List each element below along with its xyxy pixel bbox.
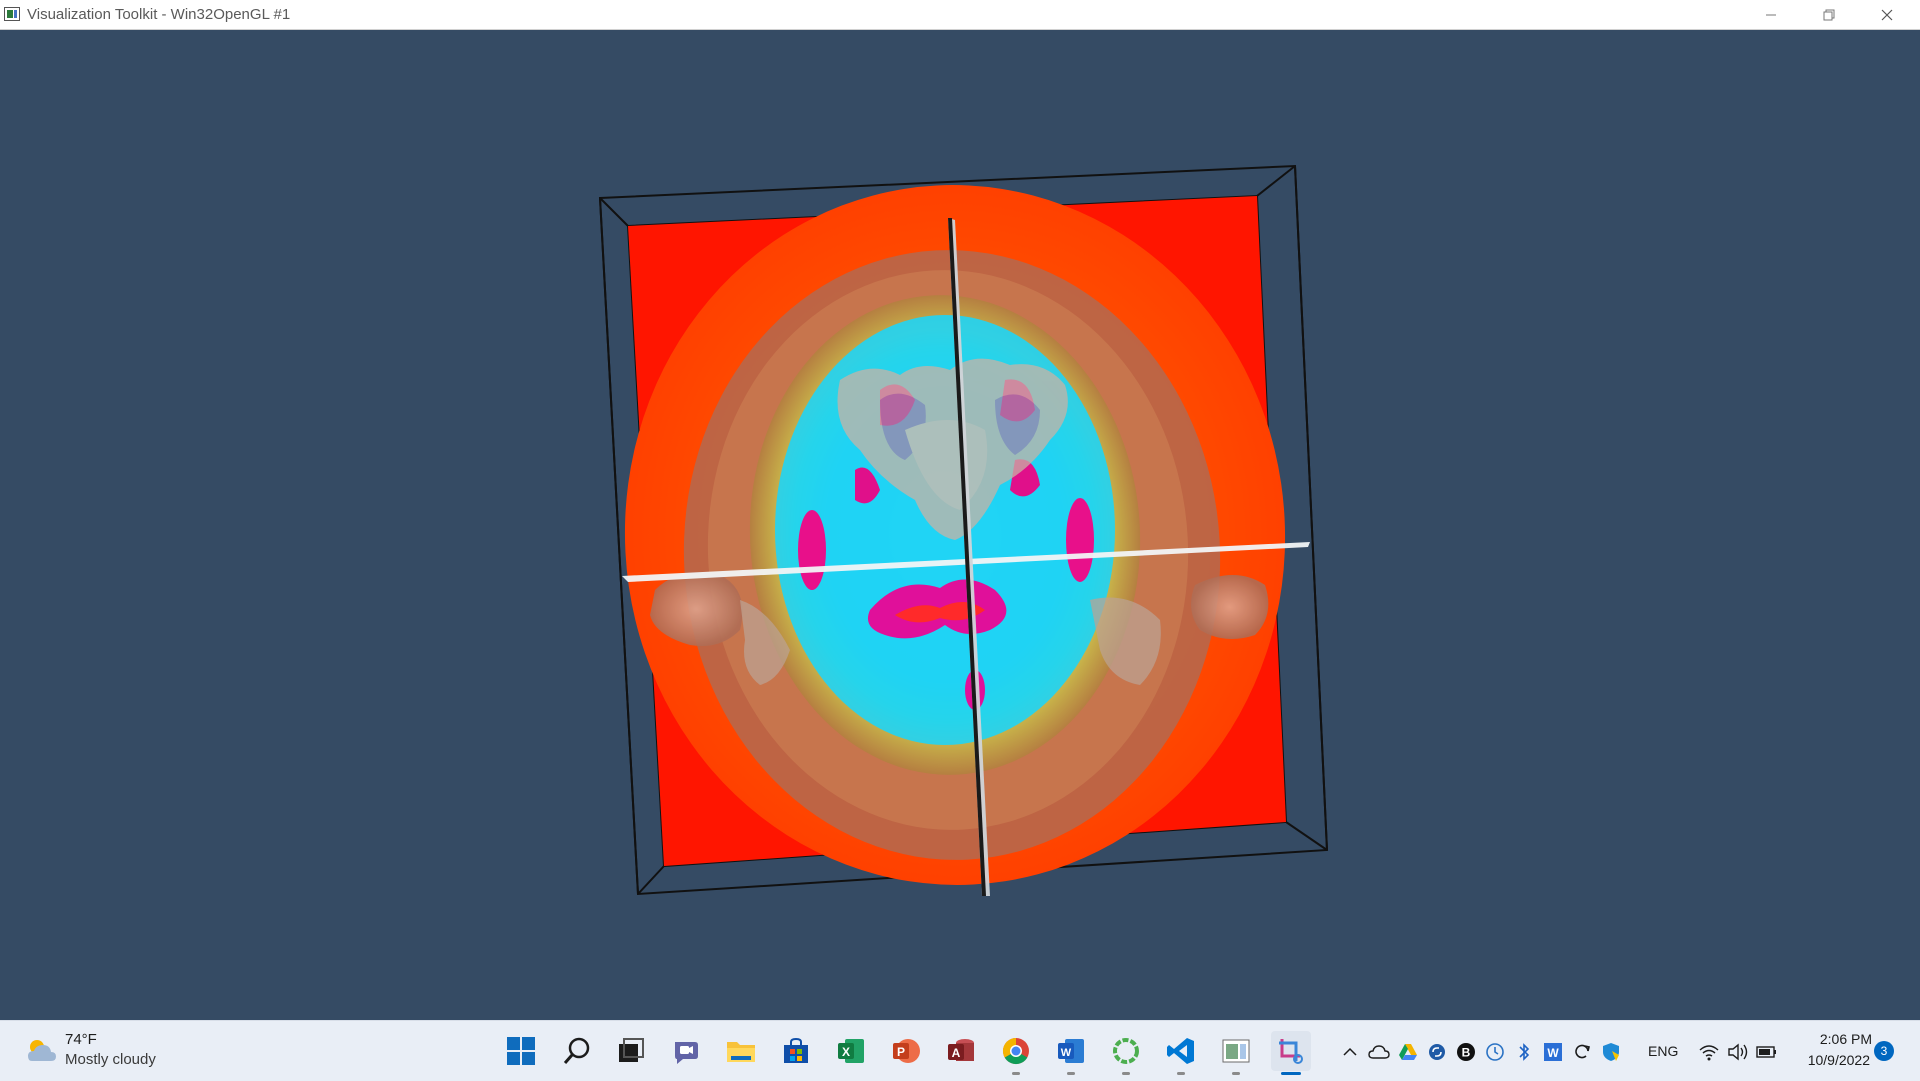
b-app-icon: B xyxy=(1457,1043,1475,1061)
chrome-button[interactable] xyxy=(996,1031,1036,1075)
volume-icon xyxy=(1728,1043,1748,1061)
weather-temperature: 74°F xyxy=(65,1031,97,1048)
powerpoint-button[interactable]: P xyxy=(886,1031,926,1071)
svg-text:A: A xyxy=(952,1046,961,1060)
refresh-icon xyxy=(1575,1044,1590,1059)
restore-icon xyxy=(1823,9,1835,20)
minimize-button[interactable] xyxy=(1742,0,1800,29)
window-title: Visualization Toolkit - Win32OpenGL #1 xyxy=(27,6,291,23)
microsoft-store-icon xyxy=(784,1037,808,1063)
clock-time: 2:06 PM xyxy=(1819,1031,1872,1047)
show-hidden-icons-button[interactable] xyxy=(1339,1041,1361,1063)
network-tray[interactable] xyxy=(1698,1041,1720,1063)
google-drive-icon xyxy=(1399,1044,1417,1060)
teams-chat-icon xyxy=(675,1042,698,1064)
svg-text:B: B xyxy=(1462,1046,1471,1060)
excel-icon: X xyxy=(838,1039,864,1063)
onedrive-icon xyxy=(1368,1045,1390,1059)
chevron-up-icon xyxy=(1343,1047,1357,1056)
running-indicator xyxy=(1012,1072,1020,1075)
vtk-window-button[interactable] xyxy=(1216,1031,1256,1075)
microsoft-store-button[interactable] xyxy=(776,1031,816,1071)
running-indicator xyxy=(1177,1072,1185,1075)
weather-widget[interactable]: 74°F Mostly cloudy xyxy=(0,1021,180,1081)
close-button[interactable] xyxy=(1858,0,1916,29)
battery-icon xyxy=(1756,1046,1776,1058)
w-app-tray[interactable]: W xyxy=(1542,1041,1564,1063)
chrome-icon xyxy=(1002,1037,1029,1065)
google-drive-tray[interactable] xyxy=(1397,1041,1419,1063)
start-icon xyxy=(507,1037,535,1065)
vtk-render-window: Visualization Toolkit - Win32OpenGL #1 xyxy=(0,0,1920,1020)
svg-text:X: X xyxy=(842,1045,850,1059)
volume-tray[interactable] xyxy=(1727,1041,1749,1063)
loading-app-button[interactable] xyxy=(1106,1031,1146,1075)
active-indicator xyxy=(1281,1072,1301,1075)
word-icon: W xyxy=(1058,1039,1084,1063)
file-explorer-button[interactable] xyxy=(721,1031,761,1071)
title-bar[interactable]: Visualization Toolkit - Win32OpenGL #1 xyxy=(0,0,1920,30)
task-view-icon xyxy=(619,1038,644,1062)
restore-button[interactable] xyxy=(1800,0,1858,29)
w-app-icon: W xyxy=(1544,1043,1562,1061)
svg-text:W: W xyxy=(1061,1047,1072,1059)
weather-condition: Mostly cloudy xyxy=(65,1051,156,1068)
svg-text:W: W xyxy=(1547,1046,1559,1060)
teams-chat-button[interactable] xyxy=(666,1031,706,1071)
partly-cloudy-icon xyxy=(28,1040,56,1061)
search-icon xyxy=(563,1037,590,1064)
clock-sync-icon xyxy=(1486,1043,1504,1061)
clock-date: 10/9/2022 xyxy=(1807,1052,1870,1068)
bluetooth-icon xyxy=(1519,1043,1530,1061)
taskbar: 74°F Mostly cloudy X P A W B W ENG 2:06 … xyxy=(0,1020,1920,1081)
sync-tray[interactable] xyxy=(1426,1041,1448,1063)
word-button[interactable]: W xyxy=(1051,1031,1091,1075)
running-indicator xyxy=(1122,1072,1130,1075)
language-indicator[interactable]: ENG xyxy=(1648,1043,1678,1059)
vtk-app-icon xyxy=(4,7,20,21)
battery-tray[interactable] xyxy=(1756,1041,1778,1063)
access-icon: A xyxy=(948,1039,974,1061)
security-icon xyxy=(1603,1043,1619,1061)
snipping-tool-button[interactable] xyxy=(1271,1031,1311,1075)
search-button[interactable] xyxy=(557,1031,597,1071)
refresh-tray[interactable] xyxy=(1571,1041,1593,1063)
b-app-tray[interactable]: B xyxy=(1455,1041,1477,1063)
close-icon xyxy=(1881,9,1893,20)
start-button[interactable] xyxy=(501,1031,541,1071)
onedrive-tray[interactable] xyxy=(1368,1041,1390,1063)
vscode-icon xyxy=(1167,1038,1194,1064)
sync-icon xyxy=(1429,1044,1445,1060)
bluetooth-tray[interactable] xyxy=(1513,1041,1535,1063)
security-tray[interactable] xyxy=(1600,1041,1622,1063)
file-explorer-icon xyxy=(727,1042,755,1062)
excel-button[interactable]: X xyxy=(831,1031,871,1071)
vscode-button[interactable] xyxy=(1161,1031,1201,1075)
notification-badge[interactable]: 3 xyxy=(1874,1041,1894,1061)
clock-sync-tray[interactable] xyxy=(1484,1041,1506,1063)
loading-app-icon xyxy=(1113,1038,1139,1064)
running-indicator xyxy=(1232,1072,1240,1075)
powerpoint-icon: P xyxy=(893,1039,920,1063)
task-view-button[interactable] xyxy=(611,1031,651,1071)
clock[interactable]: 2:06 PM 10/9/2022 xyxy=(1795,1021,1875,1081)
minimize-icon xyxy=(1766,14,1776,15)
render-viewport[interactable] xyxy=(0,30,1920,1020)
running-indicator xyxy=(1067,1072,1075,1075)
access-button[interactable]: A xyxy=(941,1031,981,1071)
vtk-window-icon xyxy=(1222,1039,1250,1063)
snipping-tool-icon xyxy=(1279,1039,1303,1064)
wifi-icon xyxy=(1699,1045,1719,1061)
svg-text:P: P xyxy=(897,1045,905,1059)
